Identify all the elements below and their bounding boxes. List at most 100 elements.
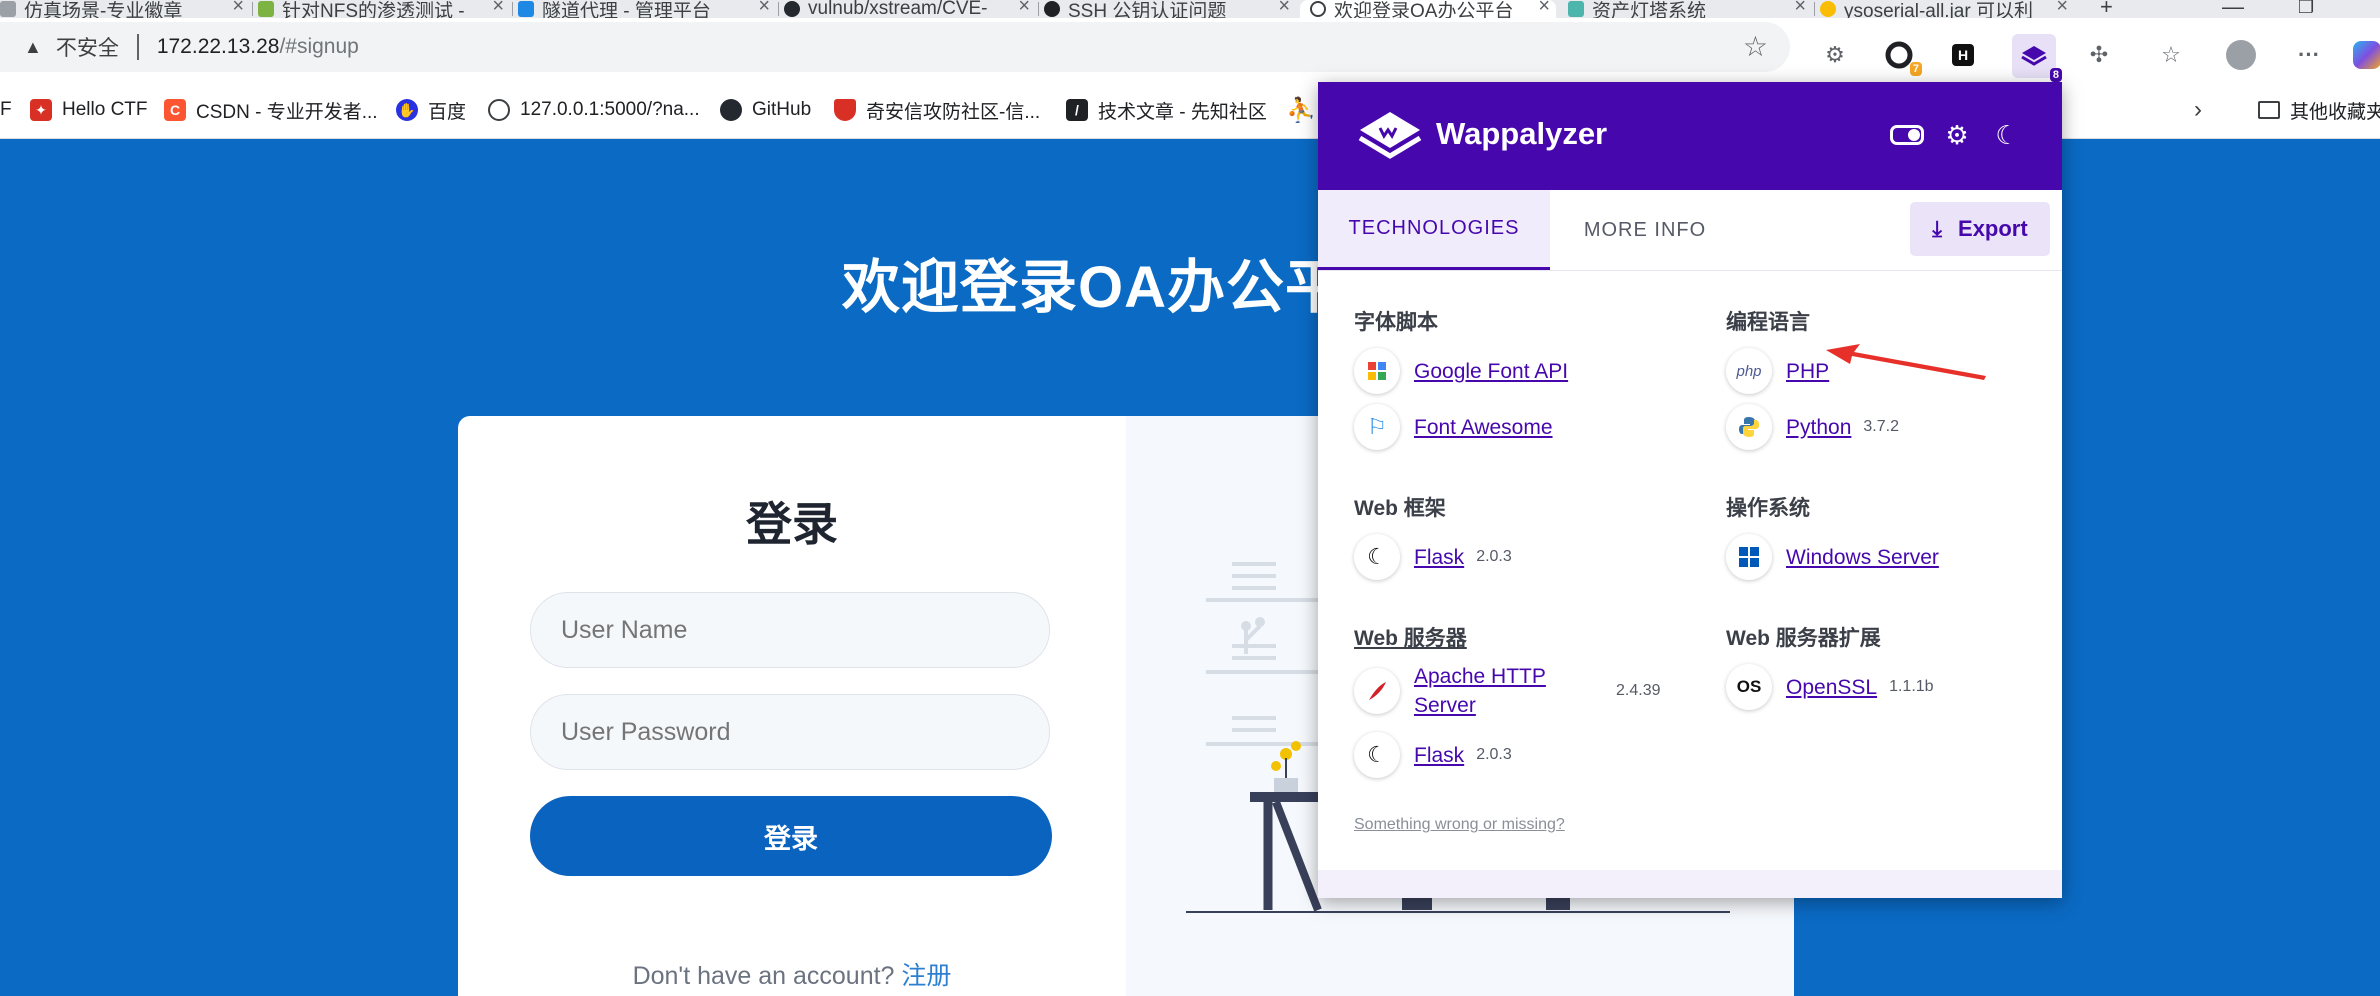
tech-name[interactable]: Flask (1414, 741, 1464, 770)
tech-font-awesome[interactable]: ⚐ Font Awesome (1354, 404, 1553, 450)
minimize-icon[interactable]: — (2222, 0, 2244, 18)
tab-5[interactable]: SSH 公钥认证问题 × (1044, 0, 1296, 18)
tab-3[interactable]: 隧道代理 - 管理平台 × (518, 0, 776, 18)
category-programming-languages: 编程语言 (1726, 311, 1810, 334)
bookmark-baidu[interactable]: ✋ 百度 (396, 96, 466, 124)
username-input[interactable] (530, 592, 1050, 668)
tab-close-icon[interactable]: × (1018, 0, 1030, 18)
tab-more-info[interactable]: MORE INFO (1550, 190, 1740, 270)
tab-8[interactable]: ysoserial-all.jar 可以利 × (1820, 0, 2074, 18)
bookmark-f[interactable]: F (0, 96, 12, 124)
tech-flask-framework[interactable]: ☾ Flask 2.0.3 (1354, 534, 1512, 580)
tab-divider (778, 2, 779, 16)
tech-name[interactable]: Font Awesome (1414, 413, 1553, 442)
wappalyzer-extension-icon[interactable]: 8 (2012, 34, 2062, 82)
tech-php[interactable]: php PHP (1726, 348, 1829, 394)
tab-close-icon[interactable]: × (1794, 0, 1806, 18)
bookmark-hello-ctf[interactable]: ✦ Hello CTF (30, 96, 148, 124)
signup-prompt-text: Don't have an account? (632, 962, 895, 990)
bookmark-star-icon[interactable]: ☆ (1743, 30, 1768, 63)
warning-icon[interactable]: ▲ (24, 37, 42, 58)
tech-name[interactable]: Python (1786, 413, 1851, 442)
more-menu-icon[interactable]: ··· (2292, 38, 2326, 72)
export-button[interactable]: ⤓ Export (1910, 202, 2050, 256)
tab-7[interactable]: 资产灯塔系统 × (1560, 0, 1812, 18)
annotation-arrow (1826, 344, 1986, 380)
tech-name[interactable]: Windows Server (1786, 543, 1939, 572)
download-icon: ⤓ (1932, 216, 1943, 241)
tech-name[interactable]: PHP (1786, 357, 1829, 386)
tech-name[interactable]: Google Font API (1414, 357, 1568, 386)
tech-google-font-api[interactable]: Google Font API (1354, 348, 1568, 394)
tab-1[interactable]: 仿真场景-专业徽章 × (0, 0, 250, 18)
bookmark-qianxin[interactable]: 奇安信攻防社区-信... (834, 96, 1040, 124)
tech-version: 3.7.2 (1863, 418, 1899, 435)
bookmark-label: CSDN - 专业开发者... (196, 101, 378, 123)
tab-divider (1038, 2, 1039, 16)
url-host[interactable]: 172.22.13.28 (157, 35, 280, 59)
new-tab-button[interactable]: + (2100, 0, 2113, 18)
tech-name[interactable]: Flask (1414, 543, 1464, 572)
settings-gear-extension-icon[interactable]: ⚙ (1818, 38, 1852, 72)
flask-icon: ☾ (1354, 732, 1400, 778)
tech-openssl[interactable]: OS OpenSSL 1.1.1b (1726, 664, 1934, 710)
csdn-icon: C (164, 99, 186, 121)
tab-title: 仿真场景-专业徽章 (24, 0, 183, 19)
bookmark-localhost[interactable]: 127.0.0.1:5000/?na... (488, 96, 700, 124)
bookmark-xianzhi[interactable]: / 技术文章 - 先知社区 (1066, 96, 1267, 124)
restore-icon[interactable]: ❐ (2298, 0, 2314, 18)
tech-python[interactable]: Python 3.7.2 (1726, 404, 1899, 450)
signup-link[interactable]: 注册 (901, 962, 951, 990)
xianzhi-icon: / (1066, 99, 1088, 121)
shield-icon (834, 99, 856, 121)
tab-close-icon[interactable]: × (1538, 0, 1550, 18)
tab-close-icon[interactable]: × (758, 0, 770, 18)
copilot-icon[interactable] (2350, 38, 2380, 72)
settings-gear-icon[interactable]: ⚙ (1940, 118, 1974, 152)
tab-close-icon[interactable]: × (232, 0, 244, 18)
bookmark-label: GitHub (752, 99, 812, 120)
tab-close-icon[interactable]: × (492, 0, 504, 18)
tech-flask-server[interactable]: ☾ Flask 2.0.3 (1354, 732, 1512, 778)
tab-technologies[interactable]: TECHNOLOGIES (1318, 190, 1550, 270)
password-input[interactable] (530, 694, 1050, 770)
tab-title: ysoserial-all.jar 可以利 (1844, 0, 2033, 19)
wappalyzer-bottom-strip (1318, 870, 2062, 898)
extension-q-icon[interactable]: 7 (1882, 38, 1922, 76)
tab-6-active[interactable]: 欢迎登录OA办公平台 × (1300, 0, 1556, 18)
tech-windows-server[interactable]: Windows Server (1726, 534, 1939, 580)
github-icon (720, 99, 742, 121)
extensions-puzzle-icon[interactable]: ✣ (2082, 38, 2116, 72)
bookmarks-overflow-chevron-icon[interactable]: › (2194, 96, 2202, 124)
login-button[interactable]: 登录 (530, 796, 1052, 876)
tab-2[interactable]: 针对NFS的渗透测试 - × (258, 0, 510, 18)
tech-apache-http-server[interactable]: Apache HTTP Server 2.4.39 (1354, 662, 1674, 720)
bookmark-figure-icon[interactable]: ⛹ (1286, 96, 1316, 124)
flask-icon: ☾ (1354, 534, 1400, 580)
category-operating-systems: 操作系统 (1726, 497, 1810, 520)
font-awesome-flag-icon: ⚐ (1354, 404, 1400, 450)
openai-icon (1044, 1, 1060, 17)
address-bar[interactable]: ▲ 不安全 172.22.13.28/#signup ☆ (0, 22, 1790, 72)
tab-title: 欢迎登录OA办公平台 (1334, 0, 1514, 19)
tab-close-icon[interactable]: × (2056, 0, 2068, 18)
tech-name[interactable]: OpenSSL (1786, 673, 1877, 702)
bookmark-csdn[interactable]: C CSDN - 专业开发者... (164, 96, 378, 124)
tab-4[interactable]: vulnub/xstream/CVE- × (784, 0, 1036, 18)
toggle-icon[interactable] (1890, 118, 1924, 152)
login-heading: 登录 (746, 498, 838, 550)
tab-close-icon[interactable]: × (1278, 0, 1290, 18)
url-path[interactable]: /#signup (279, 35, 358, 59)
security-label[interactable]: 不安全 (56, 32, 119, 62)
other-bookmarks[interactable]: 其他收藏夹 (2258, 96, 2380, 124)
something-wrong-link[interactable]: Something wrong or missing? (1354, 816, 1565, 834)
category-web-servers[interactable]: Web 服务器 (1354, 622, 1467, 652)
tab-title: 资产灯塔系统 (1592, 0, 1707, 19)
bookmark-github[interactable]: GitHub (720, 96, 811, 124)
tech-name[interactable]: Apache HTTP Server (1414, 662, 1604, 720)
profile-avatar-icon[interactable] (2224, 38, 2258, 72)
favorites-icon[interactable]: ☆ (2154, 38, 2188, 72)
dark-mode-moon-icon[interactable]: ☾ (1990, 118, 2024, 152)
extension-h-icon[interactable]: H (1946, 38, 1980, 72)
extension-badge: 8 (2049, 68, 2062, 82)
